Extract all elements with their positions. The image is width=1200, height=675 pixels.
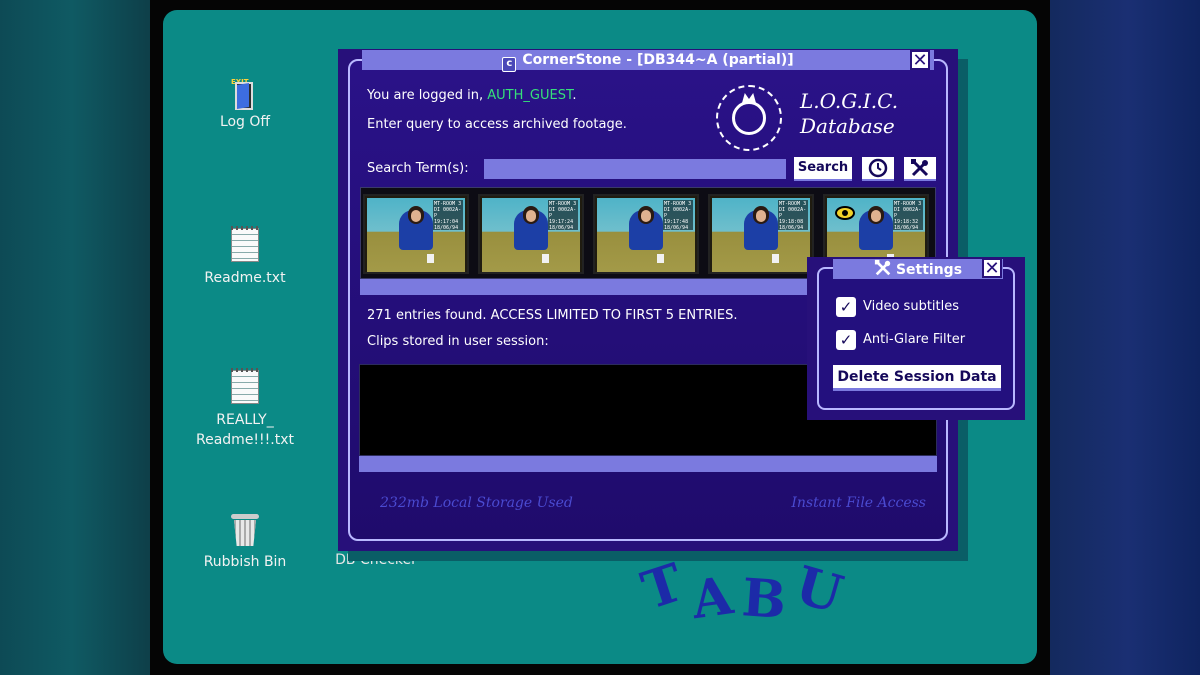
close-button[interactable]: ✕ — [910, 50, 930, 70]
anti-glare-checkbox[interactable]: ✓ — [836, 330, 856, 350]
cornerstone-app-icon: c — [502, 57, 517, 72]
desktop-icon-rubbish-bin[interactable]: Rubbish Bin — [185, 514, 305, 572]
clock-icon — [868, 158, 888, 178]
constabulary-crest-icon — [716, 85, 782, 151]
logo-line-2: Database — [800, 114, 895, 138]
background-logo-text: TABU — [634, 548, 859, 632]
footage-thumbnail[interactable]: MT-ROOM 3 DI 0002A-P 19:18:08 18/06/94 — [708, 194, 814, 274]
settings-tools-button[interactable] — [904, 157, 936, 181]
notepad-icon — [231, 368, 259, 404]
tools-icon — [874, 259, 891, 276]
desktop-icon-label: Readme.txt — [204, 270, 286, 286]
exit-door-icon: EXIT — [231, 76, 257, 110]
trash-bin-icon — [231, 514, 259, 546]
anti-glare-label: Anti-Glare Filter — [863, 332, 966, 347]
desktop-icon-readme[interactable]: Readme.txt — [185, 226, 305, 288]
window-title: CornerStone - [DB344~A (partial)] — [522, 52, 794, 68]
desktop-icon-really-readme[interactable]: REALLY_ Readme!!!.txt — [185, 368, 305, 450]
desktop-icon-log-off[interactable]: EXIT Log Off — [185, 76, 305, 132]
viewed-eye-icon — [835, 206, 855, 220]
storage-used-text: 232mb Local Storage Used — [380, 495, 573, 511]
footage-thumbnail[interactable]: MT-ROOM 3 DI 0002A-P 19:17:04 18/06/94 — [363, 194, 469, 274]
search-button[interactable]: Search — [794, 157, 852, 181]
settings-close-button[interactable]: ✕ — [982, 258, 1002, 278]
clips-label: Clips stored in user session: — [367, 334, 549, 349]
desktop-icon-label: Log Off — [219, 114, 271, 130]
logo-line-1: L.O.G.I.C. — [800, 89, 899, 113]
delete-session-data-button[interactable]: Delete Session Data — [833, 365, 1001, 391]
instructions-text: Enter query to access archived footage. — [367, 117, 627, 132]
thumbnail-timestamp: MT-ROOM 3 DI 0002A-P 19:17:24 18/06/94 — [548, 200, 578, 231]
search-label: Search Term(s): — [367, 161, 469, 176]
login-status: You are logged in, AUTH_GUEST. — [367, 88, 576, 103]
clips-scrollbar[interactable] — [359, 456, 937, 472]
results-count-text: 271 entries found. ACCESS LIMITED TO FIR… — [367, 308, 738, 323]
tools-icon — [911, 159, 929, 177]
settings-title: Settings — [895, 262, 963, 278]
login-prefix: You are logged in, — [367, 88, 488, 103]
logic-database-logo: L.O.G.I.C. Database — [800, 89, 898, 139]
desktop-icon-label-line2: Readme!!!.txt — [196, 432, 294, 448]
desktop-icon-label: REALLY_ — [216, 412, 274, 428]
thumbnail-timestamp: MT-ROOM 3 DI 0002A-P 19:18:08 18/06/94 — [778, 200, 808, 231]
window-titlebar[interactable]: c CornerStone - [DB344~A (partial)] — [362, 50, 934, 72]
thumbnail-timestamp: MT-ROOM 3 DI 0002A-P 19:17:04 18/06/94 — [433, 200, 463, 231]
thumbnail-timestamp: MT-ROOM 3 DI 0002A-P 19:17:48 18/06/94 — [663, 200, 693, 231]
search-input[interactable] — [484, 159, 786, 179]
username: AUTH_GUEST — [487, 88, 573, 103]
settings-dialog: Settings ✕ ✓ Video subtitles ✓ Anti-Glar… — [807, 257, 1025, 420]
desktop-icon-label: Rubbish Bin — [203, 554, 287, 570]
instant-file-access-text: Instant File Access — [791, 495, 926, 511]
notepad-icon — [231, 226, 259, 262]
settings-titlebar[interactable]: Settings — [833, 259, 1003, 279]
footage-thumbnail[interactable]: MT-ROOM 3 DI 0002A-P 19:17:48 18/06/94 — [593, 194, 699, 274]
desktop-icon-db-checker[interactable]: DB Checker — [316, 552, 436, 568]
footage-thumbnail[interactable]: MT-ROOM 3 DI 0002A-P 19:17:24 18/06/94 — [478, 194, 584, 274]
video-subtitles-checkbox[interactable]: ✓ — [836, 297, 856, 317]
thumbnail-timestamp: MT-ROOM 3 DI 0002A-P 19:18:32 18/06/94 — [893, 200, 923, 231]
video-subtitles-label: Video subtitles — [863, 299, 960, 314]
history-button[interactable] — [862, 157, 894, 181]
login-suffix: . — [572, 88, 577, 103]
